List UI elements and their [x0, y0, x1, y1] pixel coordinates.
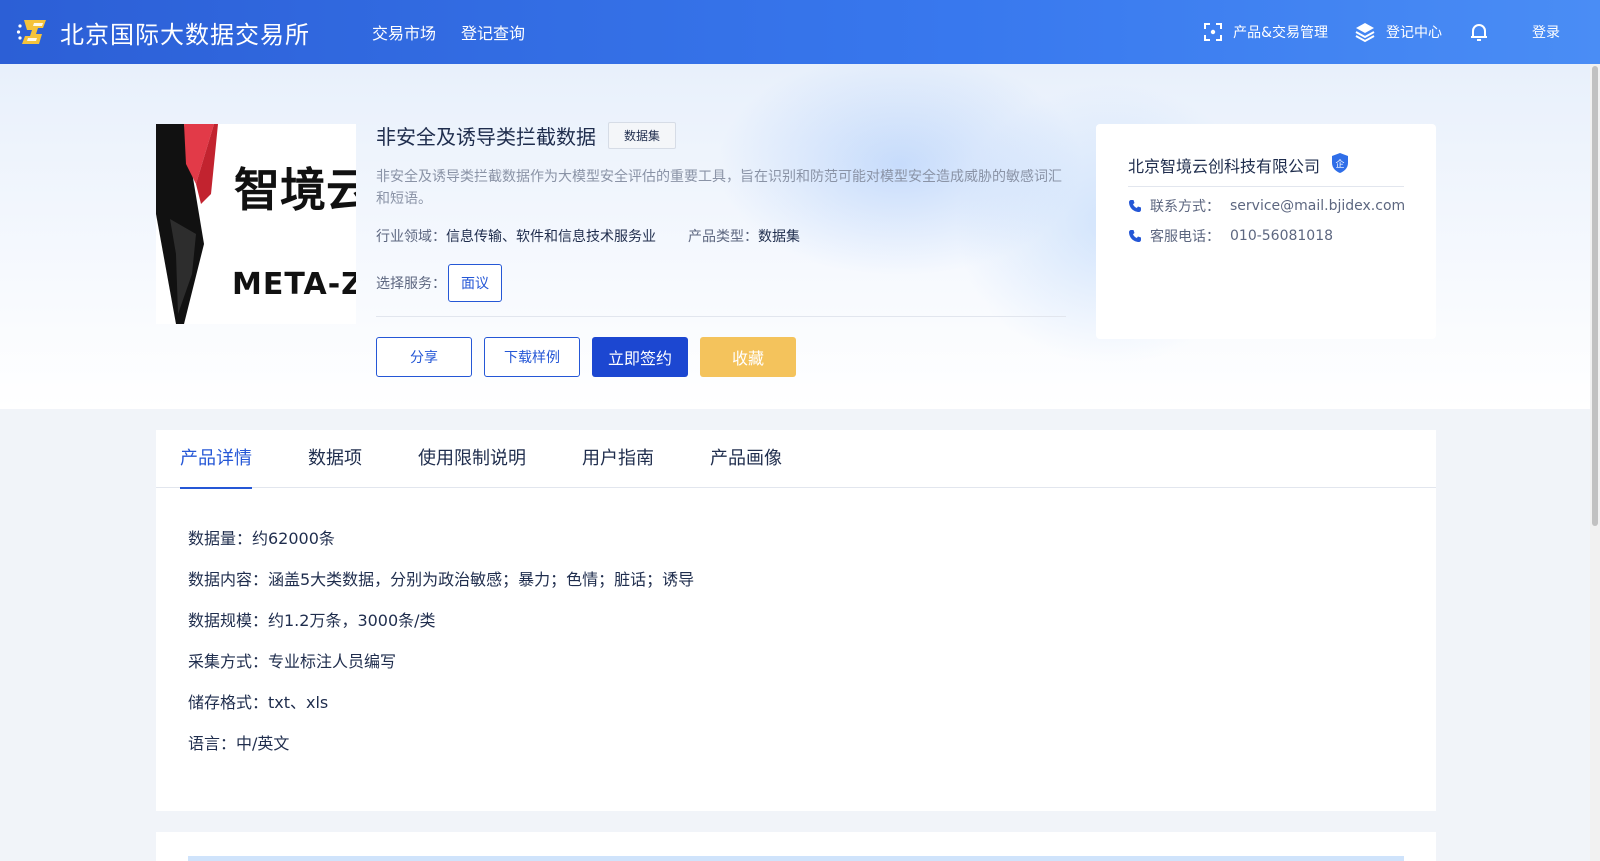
scan-frame-icon: [1204, 23, 1223, 41]
product-title-row: 非安全及诱导类拦截数据 数据集: [376, 121, 677, 150]
brand-name: 北京国际大数据交易所: [60, 20, 310, 49]
contact-phone-row: 客服电话： 010-56081018: [1128, 226, 1333, 246]
nav-link-registry-query[interactable]: 登记查询: [461, 20, 525, 44]
company-name-row: 北京智境云创科技有限公司 企: [1128, 152, 1350, 178]
login-link[interactable]: 登录: [1532, 22, 1560, 42]
detail-line: 采集方式：专业标注人员编写: [188, 652, 397, 671]
product-description: 非安全及诱导类拦截数据作为大模型安全评估的重要工具，旨在识别和防范可能对模型安全…: [376, 169, 1062, 207]
detail-tabs: 产品详情 数据项 使用限制说明 用户指南 产品画像: [156, 430, 1436, 489]
tab-usage-restrictions[interactable]: 使用限制说明: [418, 430, 526, 488]
brand[interactable]: 北京国际大数据交易所: [16, 14, 310, 50]
bottom-strip: [188, 856, 1404, 861]
product-type-label: 产品类型：: [688, 229, 758, 245]
industry-value: 信息传输、软件和信息技术服务业: [446, 229, 656, 245]
phone-value: 010-56081018: [1230, 228, 1334, 244]
download-sample-button[interactable]: 下载样例: [484, 337, 580, 377]
page-scrollbar-thumb[interactable]: [1592, 66, 1598, 526]
tab-product-details[interactable]: 产品详情: [180, 430, 252, 489]
company-card: 北京智境云创科技有限公司 企 联系方式： service@mail.bjidex…: [1096, 124, 1436, 339]
product-title: 非安全及诱导类拦截数据: [376, 125, 596, 149]
service-option-negotiable[interactable]: 面议: [448, 264, 502, 302]
service-select-row: 选择服务： 面议: [376, 264, 502, 302]
detail-card: 产品详情 数据项 使用限制说明 用户指南 产品画像 数据量：约62000条 数据…: [156, 430, 1436, 811]
contact-email[interactable]: service@mail.bjidex.com: [1230, 198, 1405, 214]
register-center-link[interactable]: 登记中心: [1354, 21, 1442, 43]
notification-button[interactable]: [1468, 21, 1500, 43]
product-type-badge: 数据集: [608, 122, 677, 149]
tab-user-guide[interactable]: 用户指南: [582, 430, 654, 488]
tab-data-items[interactable]: 数据项: [308, 430, 362, 488]
product-type-value: 数据集: [758, 229, 800, 245]
nav-right: 产品&交易管理 登记中心 登录: [1177, 21, 1560, 43]
svg-text:META-ZEN: META-ZEN: [232, 267, 356, 302]
svg-text:企: 企: [1336, 158, 1345, 170]
sign-now-button[interactable]: 立即签约: [592, 337, 688, 377]
contact-email-row: 联系方式： service@mail.bjidex.com: [1128, 196, 1405, 216]
share-button[interactable]: 分享: [376, 337, 472, 377]
nav-link-market[interactable]: 交易市场: [372, 20, 436, 44]
top-navbar: 北京国际大数据交易所 交易市场 登记查询 产品&交易管理 登记中心 登录: [0, 0, 1600, 64]
detail-body: 数据量：约62000条 数据内容：涵盖5大类数据，分别为政治敏感；暴力；色情；脏…: [188, 528, 694, 774]
detail-line: 数据量：约62000条: [188, 529, 335, 548]
contact-label: 联系方式：: [1150, 199, 1220, 215]
register-center-label: 登记中心: [1386, 25, 1442, 41]
nav-links: 交易市场 登记查询: [372, 20, 550, 44]
favorite-button[interactable]: 收藏: [700, 337, 796, 377]
product-trade-mgmt-label: 产品&交易管理: [1233, 25, 1328, 41]
detail-line: 数据内容：涵盖5大类数据，分别为政治敏感；暴力；色情；脏话；诱导: [188, 570, 695, 589]
layers-icon: [1355, 23, 1375, 43]
enterprise-verified-icon: 企: [1330, 152, 1350, 178]
product-logo: 智境云创 META-ZEN: [156, 124, 356, 324]
tab-product-profile[interactable]: 产品画像: [710, 430, 782, 488]
detail-line: 数据规模：约1.2万条，3000条/类: [188, 611, 436, 630]
bell-icon: [1471, 24, 1487, 41]
company-name[interactable]: 北京智境云创科技有限公司: [1128, 153, 1320, 177]
hero-divider: [376, 316, 1066, 317]
detail-line: 储存格式：txt、xls: [188, 693, 329, 712]
phone-icon: [1129, 200, 1141, 212]
product-trade-mgmt-link[interactable]: 产品&交易管理: [1203, 22, 1328, 42]
phone-label: 客服电话：: [1150, 229, 1220, 245]
product-meta-row: 行业领域： 信息传输、软件和信息技术服务业 产品类型： 数据集: [376, 226, 800, 246]
detail-line: 语言：中/英文: [188, 734, 290, 753]
industry-label: 行业领域：: [376, 229, 446, 245]
action-buttons: 分享 下载样例 立即签约 收藏: [376, 337, 808, 377]
bottom-card: [156, 832, 1436, 861]
meta-zen-logo-icon: 智境云创 META-ZEN: [156, 124, 356, 324]
phone-icon: [1129, 230, 1141, 242]
company-divider: [1128, 186, 1404, 187]
service-label: 选择服务：: [376, 276, 446, 292]
svg-text:智境云创: 智境云创: [234, 163, 356, 217]
bjidex-logo-icon: [16, 14, 52, 50]
